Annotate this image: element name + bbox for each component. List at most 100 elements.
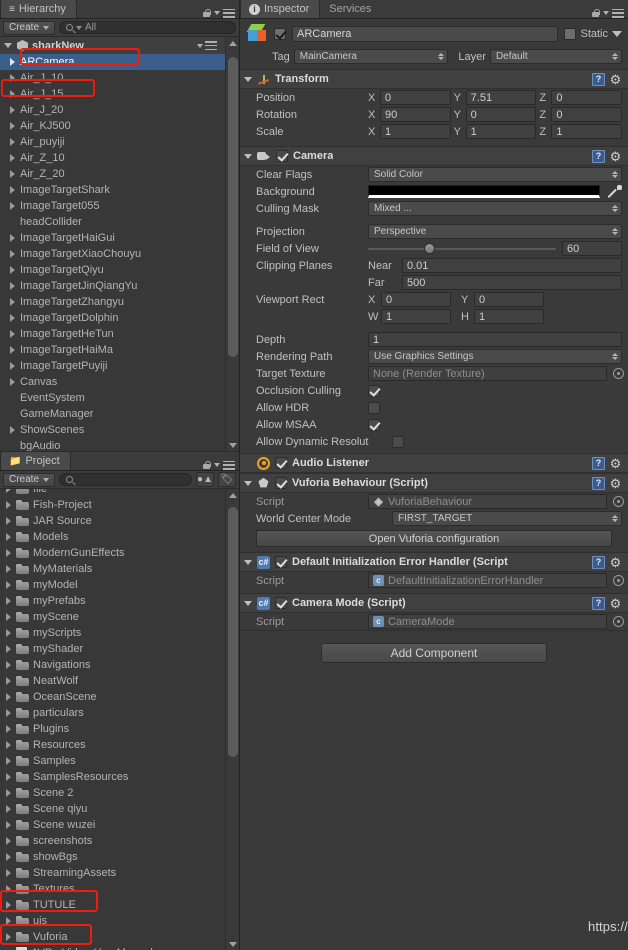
help-icon[interactable]: ? (592, 456, 605, 470)
hierarchy-item[interactable]: ImageTargetQiyu (0, 262, 239, 278)
project-item[interactable]: Scene qiyu (0, 801, 239, 817)
component-header[interactable]: c# Default Initialization Error Handler … (240, 553, 628, 572)
chevron-right-icon[interactable] (6, 533, 11, 541)
fov-slider[interactable] (368, 242, 556, 255)
gear-icon[interactable] (609, 477, 622, 490)
panel-menu-icon[interactable] (223, 460, 235, 470)
camera-enabled-checkbox[interactable] (276, 150, 288, 162)
chevron-right-icon[interactable] (6, 837, 11, 845)
hierarchy-item[interactable]: ImageTargetHaiMa (0, 342, 239, 358)
component-header[interactable]: Audio Listener ? (240, 454, 628, 473)
hierarchy-item[interactable]: ShowScenes (0, 422, 239, 438)
vector3-input[interactable]: X 1 Y 1 Z 1 (368, 124, 628, 139)
chevron-down-icon[interactable] (603, 11, 609, 15)
component-header[interactable]: Vuforia Behaviour (Script) ? (240, 474, 628, 493)
rotation-x-input[interactable]: 90 (380, 107, 451, 122)
chevron-right-icon[interactable] (10, 170, 15, 178)
help-icon[interactable]: ? (592, 555, 605, 569)
gear-icon[interactable] (609, 556, 622, 569)
hierarchy-item[interactable]: bgAudio (0, 438, 239, 451)
help-icon[interactable]: ? (592, 149, 605, 163)
lock-icon[interactable] (202, 8, 211, 18)
object-picker-icon[interactable] (613, 496, 624, 507)
default-init-error-handler-enabled-checkbox[interactable] (275, 556, 287, 568)
panel-menu-icon[interactable] (612, 8, 624, 18)
search-by-label-button[interactable]: 🏷 (218, 472, 236, 487)
project-item[interactable]: Vuforia (0, 929, 239, 945)
project-item[interactable]: Scene 2 (0, 785, 239, 801)
occlusion-culling-checkbox[interactable] (368, 384, 380, 397)
eyedropper-icon[interactable] (608, 184, 622, 199)
hierarchy-item[interactable]: Air_J_20 (0, 102, 239, 118)
tab-services[interactable]: Services (320, 0, 383, 18)
chevron-right-icon[interactable] (6, 597, 11, 605)
project-item[interactable]: MyMaterials (0, 561, 239, 577)
foldout-arrow-icon[interactable] (244, 600, 252, 606)
project-item[interactable]: ModernGunEffects (0, 545, 239, 561)
chevron-right-icon[interactable] (6, 725, 11, 733)
project-item[interactable]: myScene (0, 609, 239, 625)
camera-mode-enabled-checkbox[interactable] (275, 597, 287, 609)
chevron-right-icon[interactable] (6, 677, 11, 685)
component-header[interactable]: c# Camera Mode (Script) ? (240, 594, 628, 613)
project-create-button[interactable]: Create (3, 472, 56, 487)
project-item[interactable]: Scene wuzei (0, 817, 239, 833)
chevron-right-icon[interactable] (10, 186, 15, 194)
depth-input[interactable]: 1 (368, 332, 622, 347)
project-item[interactable]: Resources (0, 737, 239, 753)
hierarchy-tree-panel[interactable]: sharkNew ARCamera Air_J_10 Air_J_15 Air_J_2… (0, 37, 239, 451)
chevron-right-icon[interactable] (10, 122, 15, 130)
hierarchy-item[interactable]: Air_KJ500 (0, 118, 239, 134)
project-item[interactable]: Samples (0, 753, 239, 769)
viewport-w-input[interactable]: 1 (381, 309, 451, 324)
static-checkbox[interactable] (564, 28, 577, 40)
chevron-right-icon[interactable] (10, 234, 15, 242)
tab-inspector[interactable]: i Inspector (240, 0, 321, 18)
project-item[interactable]: SamplesResources (0, 769, 239, 785)
project-item[interactable]: Navigations (0, 657, 239, 673)
chevron-right-icon[interactable] (10, 330, 15, 338)
chevron-right-icon[interactable] (10, 346, 15, 354)
chevron-right-icon[interactable] (10, 298, 15, 306)
hierarchy-item[interactable]: ImageTarget055 (0, 198, 239, 214)
hierarchy-item[interactable]: Air_J_15 (0, 86, 239, 102)
gear-icon[interactable] (609, 73, 622, 86)
project-item[interactable]: OceanScene (0, 689, 239, 705)
project-item[interactable]: Plugins (0, 721, 239, 737)
scroll-up-arrow[interactable] (226, 489, 239, 501)
gameobject-name-input[interactable]: ARCamera (292, 26, 559, 42)
hierarchy-item[interactable]: Air_J_10 (0, 70, 239, 86)
hierarchy-scrollbar[interactable] (225, 37, 239, 451)
position-z-input[interactable]: 0 (551, 90, 623, 105)
hierarchy-item[interactable]: ImageTargetJinQiangYu (0, 278, 239, 294)
foldout-arrow-icon[interactable] (244, 559, 252, 565)
chevron-right-icon[interactable] (6, 853, 11, 861)
project-item[interactable]: StreamingAssets (0, 865, 239, 881)
hierarchy-item[interactable]: Canvas (0, 374, 239, 390)
hierarchy-create-button[interactable]: Create (3, 20, 56, 35)
lock-icon[interactable] (202, 460, 211, 470)
hierarchy-item[interactable]: ImageTargetPuyiji (0, 358, 239, 374)
chevron-right-icon[interactable] (10, 154, 15, 162)
chevron-right-icon[interactable] (10, 426, 15, 434)
chevron-right-icon[interactable] (6, 917, 11, 925)
fov-slider-group[interactable]: 60 (368, 241, 628, 256)
background-color-swatch[interactable] (368, 185, 600, 198)
chevron-right-icon[interactable] (6, 501, 11, 509)
project-item[interactable]: particulars (0, 705, 239, 721)
search-by-type-button[interactable]: ●▲ (196, 472, 214, 487)
chevron-right-icon[interactable] (6, 629, 11, 637)
chevron-down-icon[interactable] (612, 31, 622, 37)
foldout-arrow-icon[interactable] (244, 480, 252, 486)
inspector-body[interactable]: Transform ? Position X 0 Y 7.51 Z 0 (240, 70, 628, 950)
allow-hdr-checkbox[interactable] (368, 401, 380, 414)
projection-dropdown[interactable]: Perspective (368, 224, 622, 239)
chevron-right-icon[interactable] (6, 821, 11, 829)
chevron-right-icon[interactable] (6, 517, 11, 525)
component-header[interactable]: Transform ? (240, 70, 628, 89)
audio-listener-enabled-checkbox[interactable] (275, 457, 287, 469)
project-item[interactable]: Textures (0, 881, 239, 897)
chevron-right-icon[interactable] (10, 362, 15, 370)
script-objectfield[interactable]: c DefaultInitializationErrorHandler (368, 573, 607, 588)
chevron-right-icon[interactable] (10, 138, 15, 146)
